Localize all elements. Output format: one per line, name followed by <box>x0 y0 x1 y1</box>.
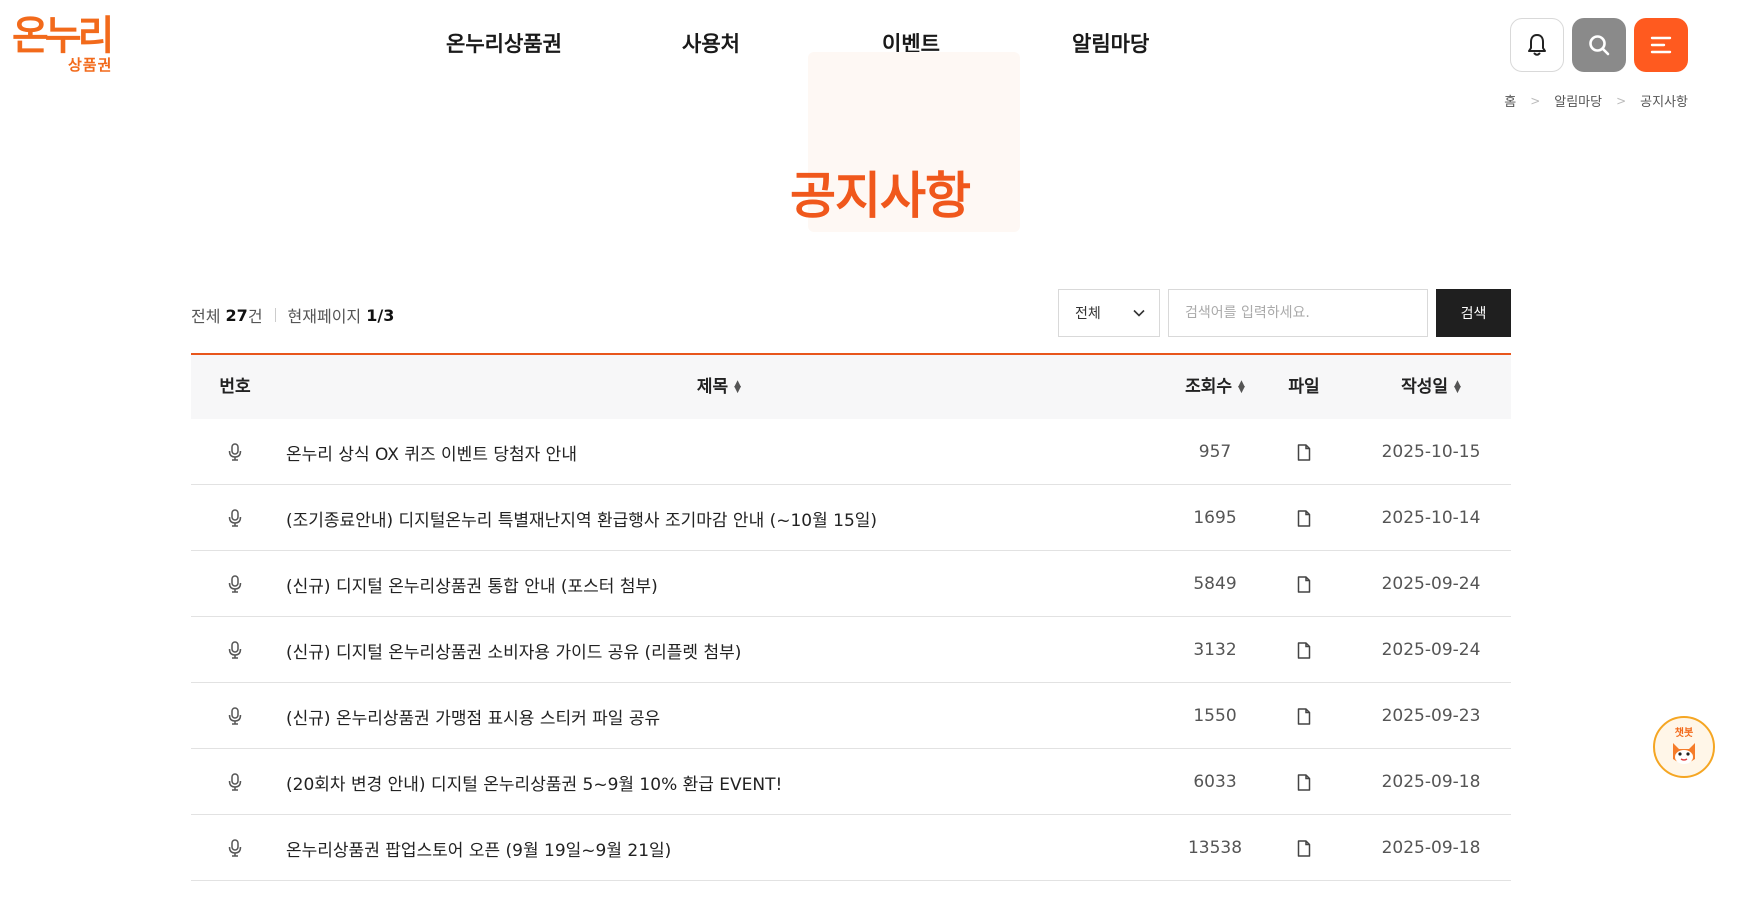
microphone-icon <box>228 551 242 617</box>
nav-item-stores[interactable]: 사용처 <box>682 28 740 58</box>
chatbot-mascot-icon <box>1673 743 1695 764</box>
microphone-icon <box>228 749 242 815</box>
header-date-label: 작성일 <box>1401 377 1448 397</box>
row-date: 2025-09-18 <box>1381 772 1481 792</box>
row-title-link[interactable]: (20회차 변경 안내) 디지털 온누리상품권 5~9월 10% 환급 EVEN… <box>286 749 782 815</box>
menu-button[interactable] <box>1634 18 1688 72</box>
table-header: 번호 제목 ▲ ▼ 조회수 ▲ ▼ 파일 작성일 ▲ ▼ <box>191 353 1511 419</box>
row-title-link[interactable]: 온누리 상식 OX 퀴즈 이벤트 당첨자 안내 <box>286 419 577 485</box>
row-title-link[interactable]: (조기종료안내) 디지털온누리 특별재난지역 환급행사 조기마감 안내 (~10… <box>286 485 877 551</box>
row-views: 1695 <box>1193 508 1237 528</box>
page-title: 공지사항 <box>790 167 971 225</box>
row-title-link[interactable]: (신규) 디지털 온누리상품권 소비자용 가이드 공유 (리플렛 첨부) <box>286 617 741 683</box>
file-icon[interactable] <box>1297 485 1311 551</box>
breadcrumb-current: 공지사항 <box>1640 95 1688 110</box>
row-date: 2025-10-14 <box>1381 508 1481 528</box>
search-filter-select[interactable]: 전체 <box>1058 289 1160 337</box>
row-views: 3132 <box>1193 640 1237 660</box>
header-title[interactable]: 제목 ▲ ▼ <box>697 355 741 419</box>
file-icon[interactable] <box>1297 551 1311 617</box>
table-row[interactable]: (신규) 디지털 온누리상품권 소비자용 가이드 공유 (리플렛 첨부) 3132… <box>191 617 1511 683</box>
search-toggle-button[interactable] <box>1572 18 1626 72</box>
header-num-label: 번호 <box>219 377 251 397</box>
chevron-right-icon: > <box>1616 93 1627 108</box>
table-body: 온누리 상식 OX 퀴즈 이벤트 당첨자 안내 957 2025-10-15 (조기종… <box>191 419 1511 881</box>
nav-item-notice-board[interactable]: 알림마당 <box>1072 28 1149 58</box>
search-icon <box>1589 35 1610 56</box>
breadcrumb: 홈 > 알림마당 > 공지사항 <box>1504 91 1688 111</box>
table-row[interactable]: (20회차 변경 안내) 디지털 온누리상품권 5~9월 10% 환급 EVEN… <box>191 749 1511 815</box>
file-icon[interactable] <box>1297 749 1311 815</box>
row-views: 13538 <box>1187 838 1243 858</box>
table-row[interactable]: (신규) 온누리상품권 가맹점 표시용 스티커 파일 공유 1550 2025-09… <box>191 683 1511 749</box>
microphone-icon <box>228 617 242 683</box>
file-icon[interactable] <box>1297 683 1311 749</box>
row-views: 6033 <box>1193 772 1237 792</box>
header-num: 번호 <box>219 355 250 419</box>
header-views[interactable]: 조회수 ▲ ▼ <box>1185 355 1245 419</box>
file-icon[interactable] <box>1297 419 1311 485</box>
row-views: 957 <box>1198 442 1232 462</box>
row-date: 2025-09-24 <box>1381 640 1481 660</box>
row-views: 5849 <box>1193 574 1237 594</box>
hamburger-icon <box>1650 36 1672 54</box>
header-file-label: 파일 <box>1288 377 1320 397</box>
table-row[interactable]: 온누리상품권 팝업스토어 오픈 (9월 19일~9월 21일) 13538 2025… <box>191 815 1511 881</box>
table-row[interactable]: 온누리 상식 OX 퀴즈 이벤트 당첨자 안내 957 2025-10-15 <box>191 419 1511 485</box>
row-date: 2025-09-18 <box>1381 838 1481 858</box>
microphone-icon <box>228 419 242 485</box>
row-title-link[interactable]: 온누리상품권 팝업스토어 오픈 (9월 19일~9월 21일) <box>286 815 671 881</box>
page-value: 1/3 <box>366 305 395 325</box>
row-title-link[interactable]: (신규) 디지털 온누리상품권 통합 안내 (포스터 첨부) <box>286 551 658 617</box>
notice-table: 번호 제목 ▲ ▼ 조회수 ▲ ▼ 파일 작성일 ▲ ▼ 온누리 상식 OX 퀴즈 이벤트 … <box>191 353 1511 881</box>
header-file: 파일 <box>1288 355 1319 419</box>
page-label: 현재페이지 <box>287 307 362 326</box>
row-date: 2025-09-23 <box>1381 706 1481 726</box>
filter-selected-value: 전체 <box>1075 306 1101 322</box>
notification-button[interactable] <box>1510 18 1564 72</box>
nav-item-gift-certificate[interactable]: 온누리상품권 <box>446 28 562 58</box>
sort-icon: ▲ ▼ <box>1454 379 1461 395</box>
file-icon[interactable] <box>1297 617 1311 683</box>
table-row[interactable]: (신규) 디지털 온누리상품권 통합 안내 (포스터 첨부) 5849 2025-0… <box>191 551 1511 617</box>
file-icon[interactable] <box>1297 815 1311 881</box>
total-label: 전체 <box>191 307 221 326</box>
breadcrumb-notice-board[interactable]: 알림마당 <box>1554 91 1602 110</box>
chatbot-button[interactable]: 챗봇 <box>1653 716 1715 778</box>
bell-icon <box>1528 34 1546 56</box>
search-input[interactable] <box>1168 289 1428 337</box>
row-date: 2025-10-15 <box>1381 442 1481 462</box>
table-row[interactable]: (조기종료안내) 디지털온누리 특별재난지역 환급행사 조기마감 안내 (~10… <box>191 485 1511 551</box>
row-title-link[interactable]: (신규) 온누리상품권 가맹점 표시용 스티커 파일 공유 <box>286 683 660 749</box>
chatbot-label: 챗봇 <box>1674 728 1694 739</box>
total-count: 27 <box>225 305 248 325</box>
microphone-icon <box>228 683 242 749</box>
microphone-icon <box>228 485 242 551</box>
list-summary: 전체 27 건 현재페이지 1/3 <box>191 303 394 327</box>
sort-icon: ▲ ▼ <box>734 379 742 395</box>
search-button[interactable]: 검색 <box>1436 289 1511 337</box>
chevron-down-icon <box>1133 309 1145 317</box>
row-date: 2025-09-24 <box>1381 574 1481 594</box>
summary-divider <box>274 308 276 322</box>
header-views-label: 조회수 <box>1185 377 1232 397</box>
sort-icon: ▲ ▼ <box>1238 379 1245 395</box>
total-unit: 건 <box>247 307 263 326</box>
header-title-label: 제목 <box>696 377 729 397</box>
breadcrumb-home[interactable]: 홈 <box>1504 91 1516 110</box>
chevron-right-icon: > <box>1530 93 1541 108</box>
microphone-icon <box>228 815 242 881</box>
header-date[interactable]: 작성일 ▲ ▼ <box>1401 355 1461 419</box>
row-views: 1550 <box>1193 706 1237 726</box>
